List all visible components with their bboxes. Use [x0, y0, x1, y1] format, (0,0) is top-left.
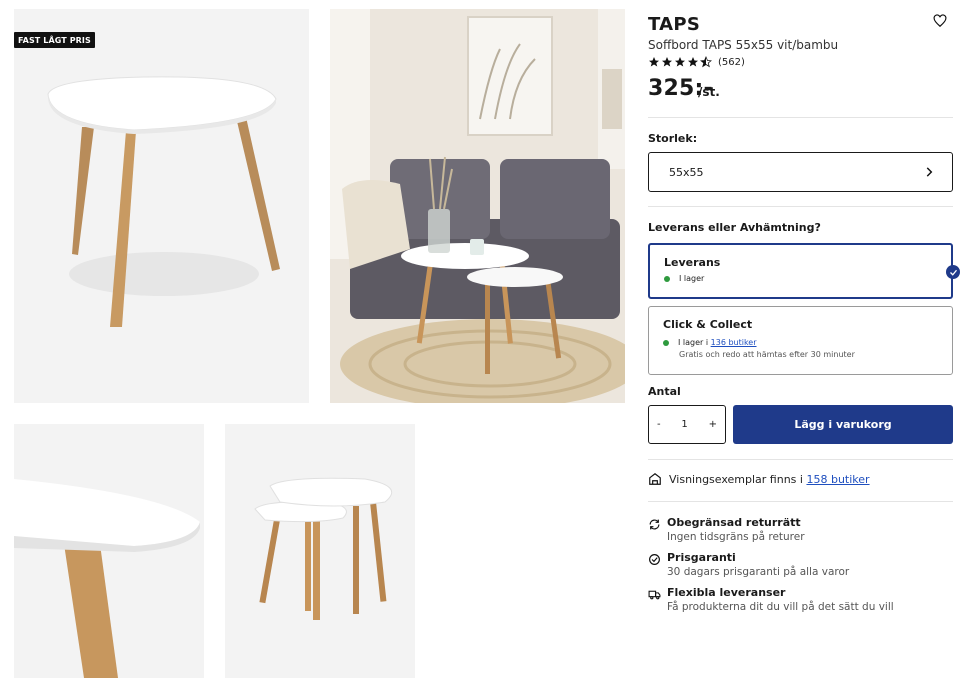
star-icon: [675, 57, 685, 67]
store-icon: [649, 473, 661, 485]
delivery-label: Leverans eller Avhämtning?: [648, 221, 821, 234]
divider: [648, 117, 953, 118]
chevron-right-icon: [926, 167, 933, 177]
delivery-option-title: Leverans: [664, 256, 721, 269]
price-unit: /st.: [698, 85, 720, 99]
star-icon: [662, 57, 672, 67]
rating-count: (562): [718, 56, 745, 68]
check-circle-icon: [649, 554, 660, 565]
product-image-nested[interactable]: [225, 424, 415, 678]
quantity-decrease-button[interactable]: -: [657, 419, 661, 430]
pickup-note: Gratis och redo att hämtas efter 30 minu…: [679, 350, 855, 359]
quantity-input[interactable]: 1: [681, 419, 687, 430]
delivery-option-title: Click & Collect: [663, 318, 753, 331]
check-icon: [946, 265, 960, 279]
feature-text: 30 dagars prisgaranti på alla varor: [667, 566, 850, 578]
stock-status: I lager: [664, 274, 704, 283]
product-image-detail[interactable]: [14, 424, 204, 678]
feature-text: Ingen tidsgräns på returer: [667, 531, 805, 543]
delivery-option-click-collect[interactable]: Click & Collect I lager i 136 butiker Gr…: [648, 306, 953, 375]
quantity-increase-button[interactable]: +: [709, 419, 717, 430]
delivery-option-home[interactable]: Leverans I lager: [648, 243, 960, 299]
refresh-icon: [649, 519, 660, 530]
stores-link[interactable]: 136 butiker: [711, 338, 757, 347]
showroom-stores-link[interactable]: 158 butiker: [806, 473, 869, 486]
product-rating[interactable]: (562): [648, 56, 745, 68]
product-image-room[interactable]: [330, 9, 625, 403]
quantity-label: Antal: [648, 385, 681, 398]
product-image-main[interactable]: [14, 9, 309, 403]
feature-text: Få produkterna dit du vill på det sätt d…: [667, 601, 894, 613]
stock-status: I lager i 136 butiker: [663, 338, 757, 347]
divider: [648, 459, 953, 460]
heart-icon[interactable]: [933, 14, 947, 28]
truck-icon: [648, 590, 661, 600]
feature-title: Prisgaranti: [667, 551, 736, 564]
star-icon: [688, 57, 698, 67]
in-stock-dot: [663, 339, 669, 346]
product-subtitle: Soffbord TAPS 55x55 vit/bambu: [648, 38, 839, 52]
add-to-cart-button[interactable]: Lägg i varukorg: [733, 405, 953, 444]
product-gallery: FAST LÅGT PRIS: [0, 0, 632, 684]
size-select[interactable]: 55x55: [648, 152, 953, 192]
size-label: Storlek:: [648, 132, 698, 145]
quantity-stepper: - 1 +: [648, 405, 726, 444]
feature-title: Flexibla leveranser: [667, 586, 786, 599]
showroom-info: Visningsexemplar finns i 158 butiker: [648, 472, 870, 486]
in-stock-dot: [664, 275, 670, 282]
product-brand: TAPS: [648, 14, 701, 35]
star-half-icon: [700, 56, 712, 68]
feature-title: Obegränsad returrätt: [667, 516, 801, 529]
divider: [648, 501, 953, 502]
low-price-badge: FAST LÅGT PRIS: [14, 32, 95, 48]
divider: [648, 206, 953, 207]
star-icon: [649, 57, 659, 67]
size-value: 55x55: [669, 165, 704, 179]
